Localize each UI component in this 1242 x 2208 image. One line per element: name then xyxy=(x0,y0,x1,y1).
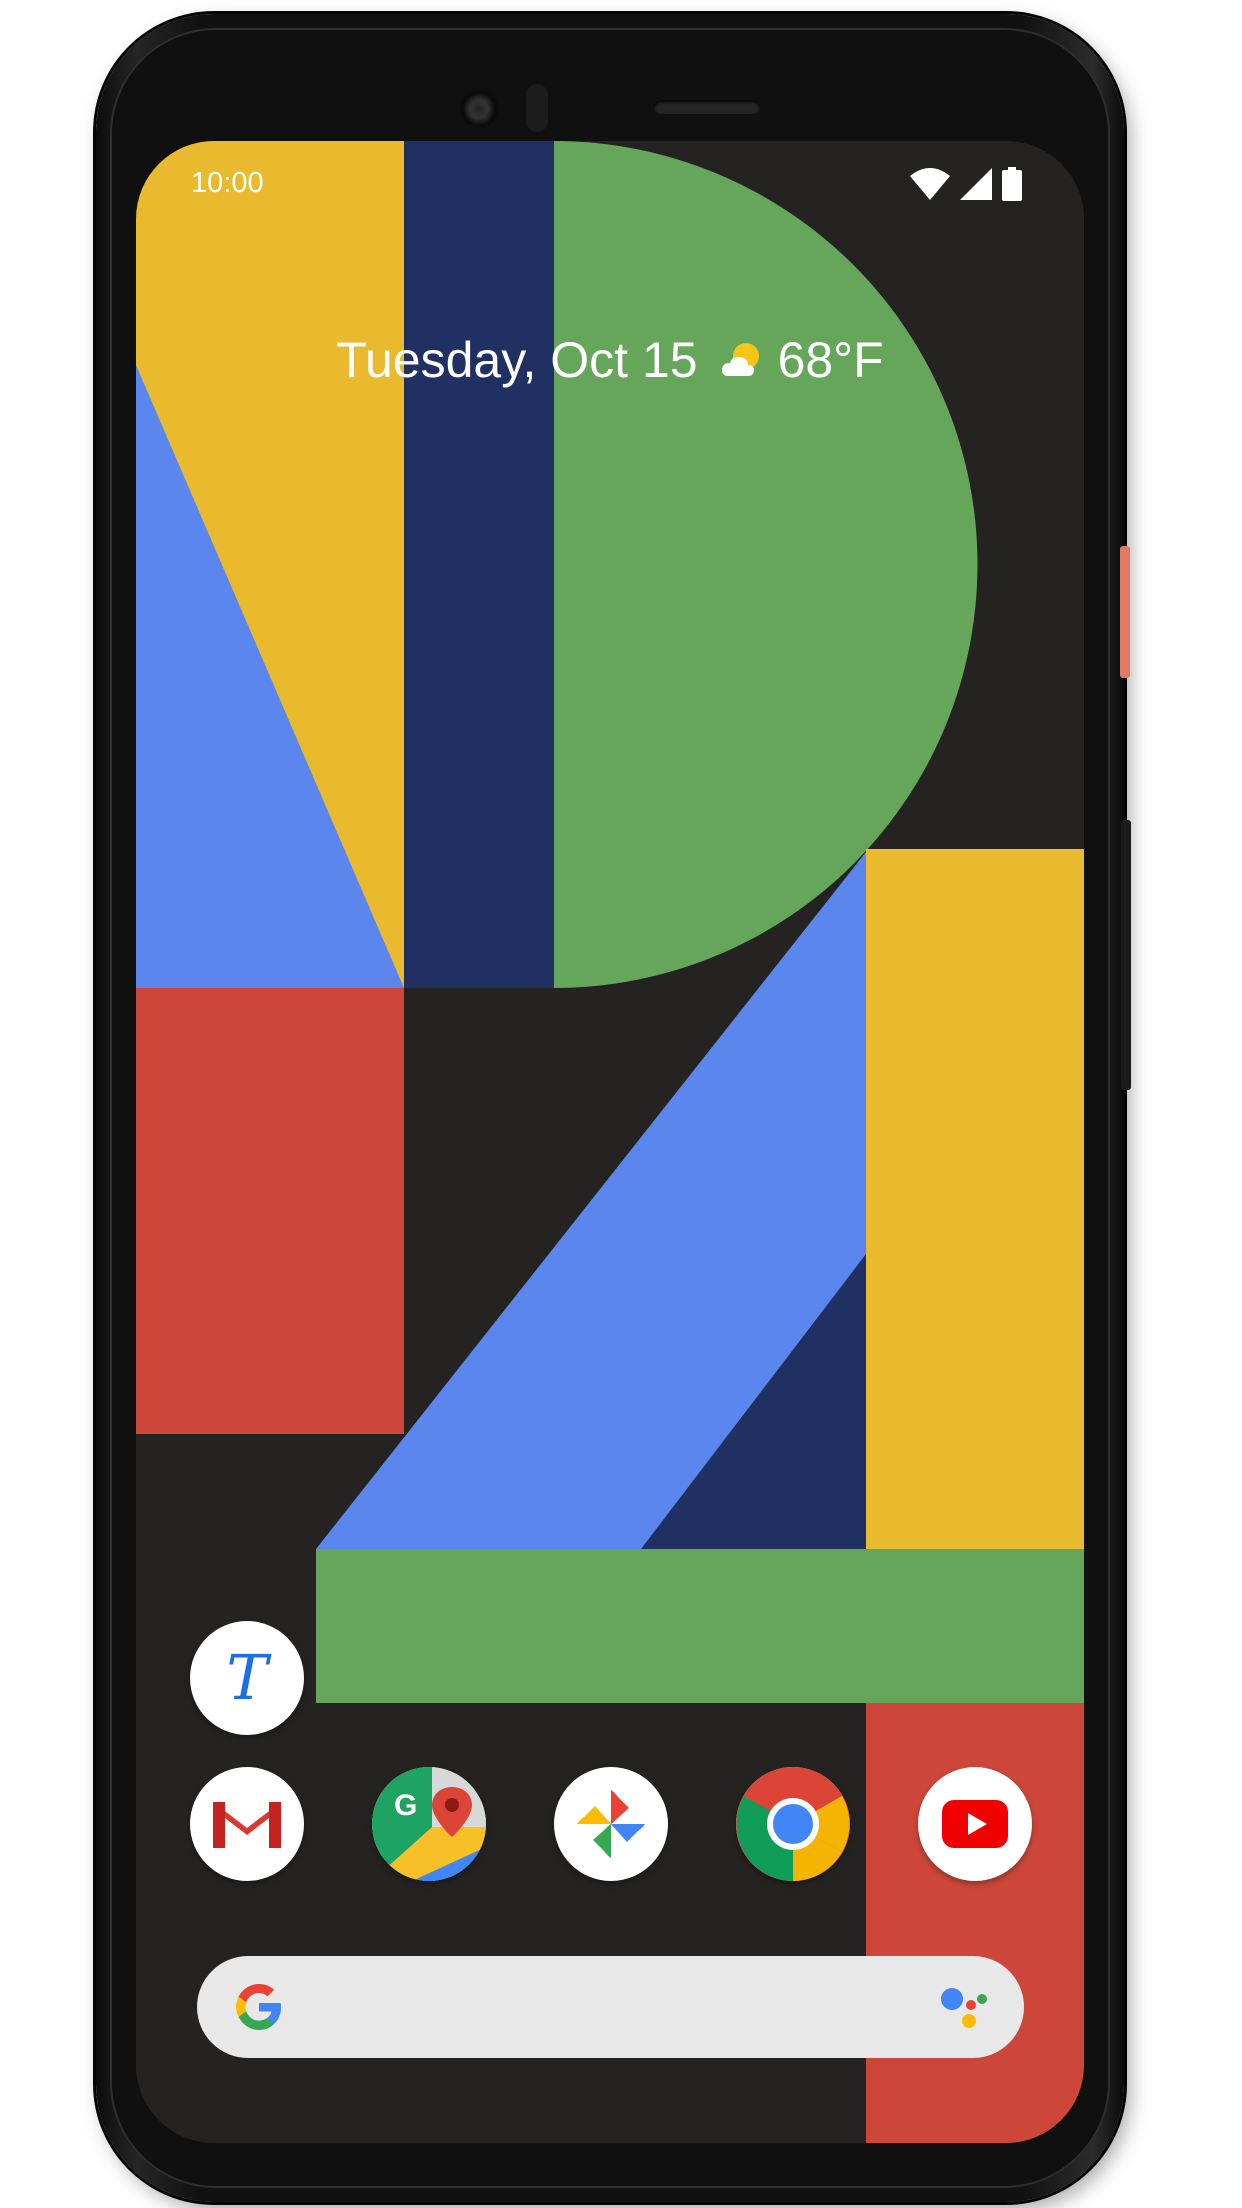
wallpaper-yellow-right xyxy=(866,849,1084,1549)
typewise-app[interactable]: T xyxy=(190,1621,304,1735)
power-key[interactable] xyxy=(1120,546,1130,678)
home-screen: 10:00 Tuesday, Oct 15 68°F T G xyxy=(136,141,1084,2143)
wifi-icon xyxy=(910,168,950,200)
temperature-label[interactable]: 68°F xyxy=(778,331,884,389)
at-a-glance-widget[interactable]: Tuesday, Oct 15 68°F xyxy=(136,331,1084,389)
chrome-app[interactable] xyxy=(736,1767,850,1881)
volume-rocker[interactable] xyxy=(1121,820,1131,1090)
photos-app[interactable] xyxy=(554,1767,668,1881)
svg-text:G: G xyxy=(394,1789,417,1822)
google-search-bar[interactable] xyxy=(197,1956,1024,2058)
wallpaper-navy-column xyxy=(404,141,554,988)
google-assistant-icon[interactable] xyxy=(938,1981,990,2033)
wallpaper-green-bar xyxy=(316,1549,1084,1703)
gmail-app[interactable] xyxy=(190,1767,304,1881)
cell-signal-icon xyxy=(960,168,992,200)
youtube-icon xyxy=(942,1800,1008,1848)
gmail-icon xyxy=(209,1796,285,1852)
date-label[interactable]: Tuesday, Oct 15 xyxy=(336,331,697,389)
maps-app[interactable]: G xyxy=(372,1767,486,1881)
battery-icon xyxy=(1002,167,1022,201)
typewise-icon: T xyxy=(226,1641,268,1714)
google-g-icon[interactable] xyxy=(231,1979,287,2035)
status-icons xyxy=(910,167,1022,201)
status-time: 10:00 xyxy=(191,167,264,199)
photos-icon xyxy=(577,1790,645,1858)
wallpaper-red-block xyxy=(136,988,404,1434)
face-sensor xyxy=(526,84,548,132)
front-camera xyxy=(458,88,500,130)
chrome-icon xyxy=(736,1767,850,1881)
maps-icon: G xyxy=(372,1767,486,1881)
earpiece-speaker xyxy=(654,100,760,114)
partly-sunny-icon xyxy=(721,343,759,376)
youtube-app[interactable] xyxy=(918,1767,1032,1881)
